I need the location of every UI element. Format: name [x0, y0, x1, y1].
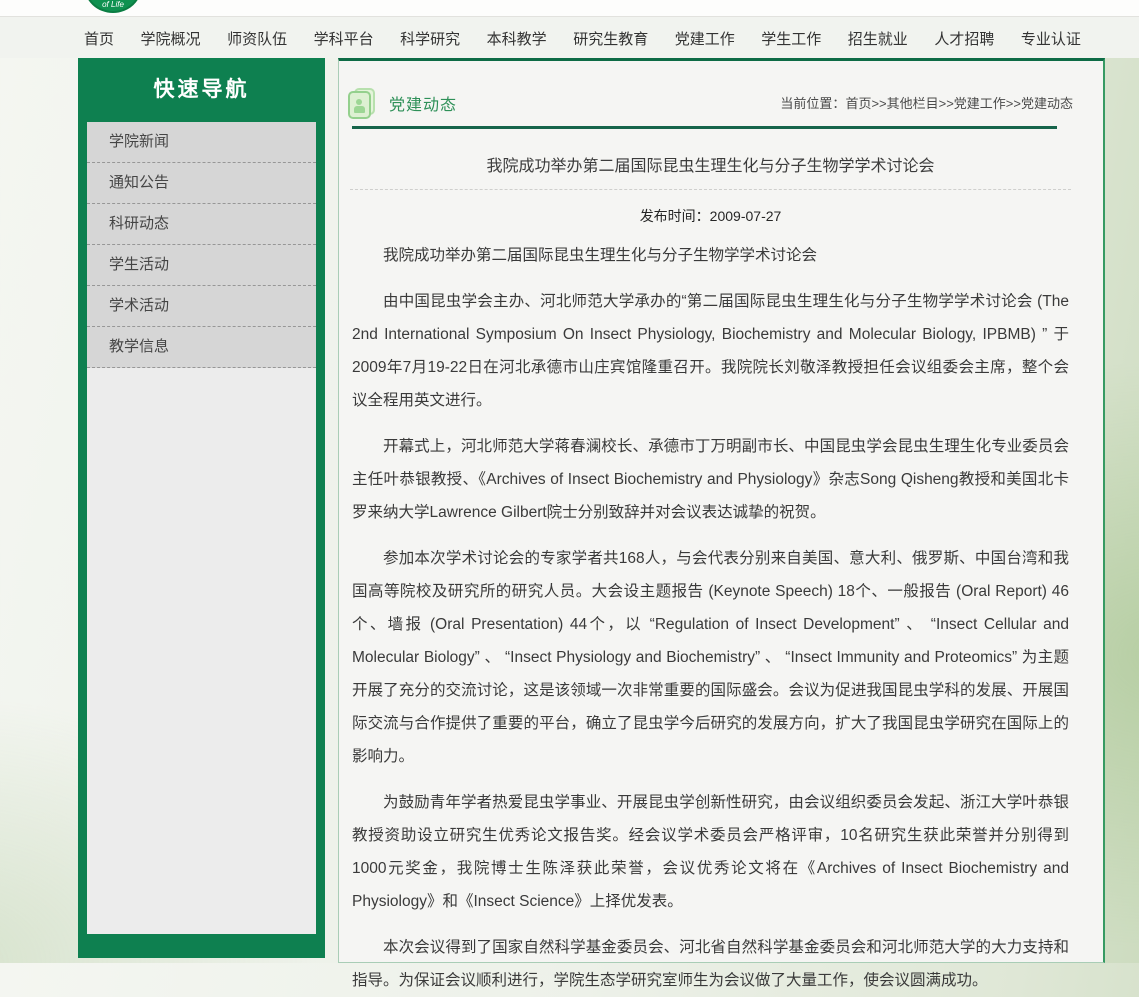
article-paragraph: 参加本次学术讨论会的专家学者共168人，与会代表分别来自美国、意大利、俄罗斯、中… — [352, 542, 1069, 773]
article-title: 我院成功举办第二届国际昆虫生理生化与分子生物学学术讨论会 — [348, 152, 1073, 176]
nav-item[interactable]: 研究生教育 — [573, 28, 648, 49]
article-body: 我院成功举办第二届国际昆虫生理生化与分子生物学学术讨论会由中国昆虫学会主办、河北… — [348, 239, 1073, 997]
main-navigation: 首页 学院概况 师资队伍 学科平台 科学研究 本科教学 研究生教育 党建工作 学生工作 招生就业 人… — [0, 17, 1139, 58]
document-icon — [348, 88, 375, 117]
publish-date: 发布时间：2009-07-27 — [348, 206, 1073, 226]
header-divider — [352, 126, 1057, 129]
title-divider — [350, 189, 1071, 190]
sidebar-title: 快速导航 — [87, 58, 316, 122]
nav-item[interactable]: 专业认证 — [1021, 28, 1081, 49]
content-header: 党建动态 当前位置：首页>>其他栏目>>党建工作>>党建动态 — [348, 88, 1073, 117]
sidebar-menu: 学院新闻通知公告科研动态学生活动学术活动教学信息 — [87, 122, 316, 368]
article-paragraph: 为鼓励青年学者热爱昆虫学事业、开展昆虫学创新性研究，由会议组织委员会发起、浙江大… — [352, 786, 1069, 918]
article-paragraph: 本次会议得到了国家自然科学基金委员会、河北省自然科学基金委员会和河北师范大学的大… — [352, 931, 1069, 997]
article-paragraph: 开幕式上，河北师范大学蒋春澜校长、承德市丁万明副市长、中国昆虫学会昆虫生理生化专… — [352, 430, 1069, 529]
nav-item[interactable]: 招生就业 — [848, 28, 908, 49]
nav-item[interactable]: 科学研究 — [400, 28, 460, 49]
nav-item[interactable]: 党建工作 — [675, 28, 735, 49]
article-paragraph: 由中国昆虫学会主办、河北师范大学承办的“第二届国际昆虫生理生化与分子生物学学术讨… — [352, 285, 1069, 417]
sidebar-item[interactable]: 通知公告 — [87, 163, 316, 204]
breadcrumb-path[interactable]: 首页>>其他栏目>>党建工作>>党建动态 — [845, 96, 1073, 111]
logo-text: of Life — [102, 0, 124, 9]
breadcrumb[interactable]: 当前位置：首页>>其他栏目>>党建工作>>党建动态 — [780, 93, 1073, 112]
breadcrumb-label: 当前位置： — [780, 96, 845, 111]
nav-item[interactable]: 师资队伍 — [227, 28, 287, 49]
nav-item[interactable]: 本科教学 — [487, 28, 547, 49]
nav-item[interactable]: 学生工作 — [761, 28, 821, 49]
sidebar-item[interactable]: 科研动态 — [87, 204, 316, 245]
sidebar-item[interactable]: 学生活动 — [87, 245, 316, 286]
nav-menu: 首页 学院概况 师资队伍 学科平台 科学研究 本科教学 研究生教育 党建工作 学生工作 招生就业 人… — [0, 17, 1139, 49]
nav-item[interactable]: 首页 — [84, 28, 114, 49]
quick-nav-sidebar: 快速导航 学院新闻通知公告科研动态学生活动学术活动教学信息 — [78, 58, 325, 958]
section-title: 党建动态 — [389, 91, 457, 115]
article-paragraph: 我院成功举办第二届国际昆虫生理生化与分子生物学学术讨论会 — [352, 239, 1069, 272]
sidebar-item[interactable]: 学院新闻 — [87, 122, 316, 163]
nav-item[interactable]: 学科平台 — [314, 28, 374, 49]
sidebar-item[interactable]: 学术活动 — [87, 286, 316, 327]
sidebar-item[interactable]: 教学信息 — [87, 327, 316, 368]
sidebar-panel: 学院新闻通知公告科研动态学生活动学术活动教学信息 — [87, 122, 316, 934]
nav-item[interactable]: 学院概况 — [141, 28, 201, 49]
nav-item[interactable]: 人才招聘 — [934, 28, 994, 49]
main-content: 党建动态 当前位置：首页>>其他栏目>>党建工作>>党建动态 我院成功举办第二届… — [338, 58, 1105, 963]
top-header-strip — [0, 0, 1139, 17]
